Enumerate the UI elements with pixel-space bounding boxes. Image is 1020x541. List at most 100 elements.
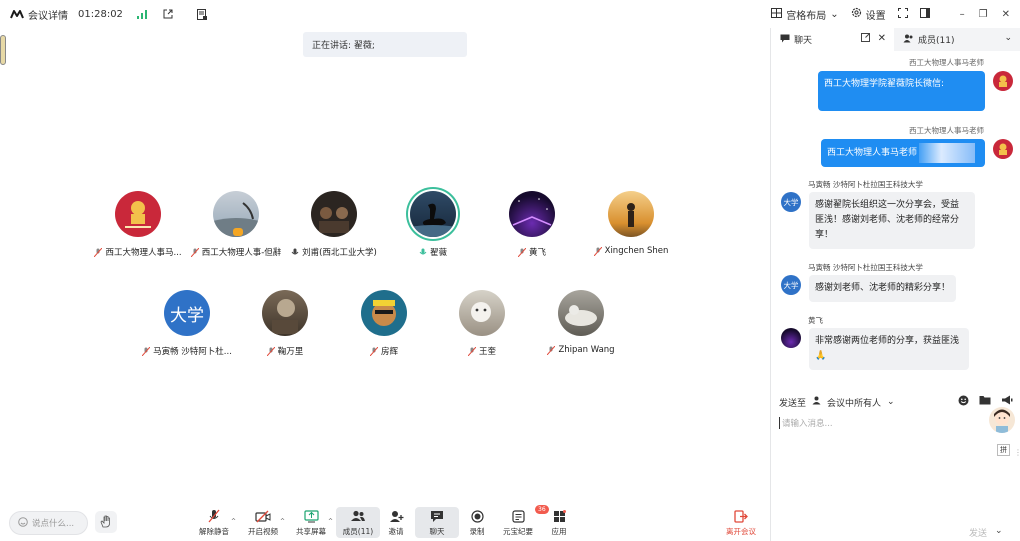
gear-icon xyxy=(851,7,862,21)
participant-name: Zhipan Wang xyxy=(558,345,615,355)
avatar xyxy=(558,290,604,336)
chat-message: 黄飞 非常感谢两位老师的分享，获益匪浅 🙏 xyxy=(781,315,969,370)
participant-name: 西工大物理人事-但辭 xyxy=(201,248,282,258)
apps-grid-icon xyxy=(551,509,567,523)
say-something-placeholder: 说点什么... xyxy=(32,519,75,529)
avatar-text: 大学 xyxy=(783,197,799,207)
minutes-icon: 36 xyxy=(510,505,549,523)
emoji-icon[interactable] xyxy=(958,395,969,409)
record-button[interactable]: 录制 xyxy=(455,509,499,537)
meeting-window: 会议详情 01:28:02 宫格布局 ⌄ 设置 – ❐ ✕ 正在讲话: 翟薇; … xyxy=(0,0,1020,541)
unmute-options-chevron-icon[interactable]: ^ xyxy=(231,518,236,525)
more-options-icon[interactable]: ⋮ xyxy=(1014,448,1020,457)
left-drag-handle[interactable] xyxy=(0,35,6,65)
send-to-selector[interactable]: 发送至 会议中所有人 ⌄ xyxy=(779,394,1013,410)
share-link-icon[interactable] xyxy=(161,7,175,21)
mic-muted-icon xyxy=(517,247,527,257)
host-badge-icon xyxy=(233,228,243,236)
share-screen-button[interactable]: 共享屏幕 xyxy=(289,509,333,537)
share-screen-icon xyxy=(303,509,319,523)
participant-name: 黄飞 xyxy=(528,248,546,258)
tab-members[interactable]: 成员(11) ⌄ xyxy=(894,28,1020,51)
message-input[interactable]: 请输入消息... xyxy=(779,417,833,429)
message-line: 感谢刘老师、沈老师的精彩分享！ xyxy=(815,283,951,293)
meeting-details-button[interactable]: 会议详情 xyxy=(10,7,68,22)
notes-icon[interactable] xyxy=(195,7,209,21)
leave-icon xyxy=(733,509,749,523)
settings-button[interactable]: 设置 xyxy=(851,7,886,22)
close-icon[interactable]: ✕ xyxy=(878,33,886,45)
send-button[interactable]: 发送 ⌄ xyxy=(969,526,1003,539)
avatar-text: 大学 xyxy=(170,305,204,326)
mic-icon xyxy=(291,248,299,257)
message-line: 匪浅！感谢刘老师、沈老师的经常分 xyxy=(815,215,960,225)
invite-button[interactable]: 邀请 xyxy=(374,509,418,537)
chat-message: 马寅畅 沙特阿卜杜拉国王科技大学 大学 感谢翟院长组织这一次分享会，受益 匪浅！… xyxy=(781,179,975,249)
avatar: 大学 xyxy=(781,275,801,295)
mic-muted-icon xyxy=(190,247,200,257)
avatar xyxy=(115,191,161,237)
mic-active-icon xyxy=(419,248,427,257)
chevron-down-icon[interactable]: ⌄ xyxy=(1004,33,1012,43)
participant-name: 刘甫(西北工业大学) xyxy=(302,248,377,258)
message-sender: 马寅畅 沙特阿卜杜拉国王科技大学 xyxy=(808,263,923,272)
leave-meeting-button[interactable]: 离开会议 xyxy=(719,509,763,537)
participant-name: 房辉 xyxy=(380,347,398,357)
message-bubble[interactable]: 非常感谢两位老师的分享，获益匪浅 🙏 xyxy=(809,328,969,370)
share-options-chevron-icon[interactable]: ^ xyxy=(328,518,333,525)
tab-chat[interactable]: 聊天 ✕ xyxy=(771,28,894,51)
participant-tile[interactable]: Zhipan Wang xyxy=(521,290,641,355)
top-bar: 会议详情 01:28:02 宫格布局 ⌄ 设置 – ❐ ✕ xyxy=(0,0,1020,28)
apps-button[interactable]: 应用 xyxy=(537,509,581,537)
message-bubble[interactable]: 西工大物理学院翟薇院长微信: xyxy=(818,71,985,111)
video-options-chevron-icon[interactable]: ^ xyxy=(280,518,285,525)
chat-message: 西工大物理人事马老师 西工大物理人事马老师 xyxy=(821,125,1013,167)
layout-label: 宫格布局 xyxy=(786,10,827,22)
send-label: 发送 xyxy=(969,529,988,539)
meeting-details-label: 会议详情 xyxy=(28,10,68,22)
sidebar-toggle-icon[interactable] xyxy=(919,7,930,21)
unmute-button[interactable]: 解除静音 xyxy=(192,509,236,537)
fullscreen-icon[interactable] xyxy=(897,7,908,21)
restore-icon[interactable]: ❐ xyxy=(979,9,988,20)
say-something-input[interactable]: 说点什么... xyxy=(9,511,88,535)
raise-hand-button[interactable] xyxy=(95,511,117,533)
avatar xyxy=(459,290,505,336)
minutes-button[interactable]: 36 元宝纪要 xyxy=(496,505,549,537)
start-video-button[interactable]: 开启视频 xyxy=(241,509,285,537)
message-text: 西工大物理学院翟薇院长微信: xyxy=(824,79,945,89)
close-window-icon[interactable]: ✕ xyxy=(1002,9,1010,20)
avatar xyxy=(993,139,1013,159)
popout-icon[interactable] xyxy=(860,33,870,45)
start-video-label: 开启视频 xyxy=(248,527,278,536)
message-bubble[interactable]: 西工大物理人事马老师 xyxy=(821,139,985,167)
message-input-placeholder: 请输入消息... xyxy=(782,419,833,429)
members-icon xyxy=(350,509,366,523)
invite-label: 邀请 xyxy=(388,527,404,536)
assistant-avatar[interactable] xyxy=(989,407,1015,433)
ime-indicator[interactable]: 拼 xyxy=(997,444,1010,456)
share-screen-label: 共享屏幕 xyxy=(296,527,326,536)
chat-message: 马寅畅 沙特阿卜杜拉国王科技大学 大学 感谢刘老师、沈老师的精彩分享！ xyxy=(781,262,957,302)
chat-button[interactable]: 聊天 xyxy=(415,507,459,538)
emoji-icon xyxy=(18,516,28,530)
speaking-indicator: 正在讲话: 翟薇; xyxy=(303,32,467,57)
layout-button[interactable]: 宫格布局 ⌄ xyxy=(771,7,839,22)
minimize-icon[interactable]: – xyxy=(960,9,965,20)
message-bubble[interactable]: 感谢刘老师、沈老师的精彩分享！ xyxy=(809,275,957,302)
folder-icon[interactable] xyxy=(979,395,991,409)
bottom-toolbar: 说点什么... 解除静音 ^ 开启视频 ^ 共享屏幕 ^ 成员(11) 邀请 聊… xyxy=(0,502,770,541)
message-sender: 西工大物理人事马老师 xyxy=(909,126,984,135)
signal-icon[interactable] xyxy=(135,7,149,21)
mic-muted-icon xyxy=(206,509,222,523)
participant-name: 王奎 xyxy=(478,347,496,357)
record-label: 录制 xyxy=(469,527,485,536)
participant-tile[interactable]: Xingchen Shen xyxy=(571,191,691,256)
participant-name: 西工大物理人事马... xyxy=(105,248,182,258)
message-bubble[interactable]: 感谢翟院长组织这一次分享会，受益 匪浅！感谢刘老师、沈老师的经常分 享！ xyxy=(809,192,975,249)
speaking-label: 正在讲话: 翟薇; xyxy=(312,41,375,51)
chevron-down-icon: ⌄ xyxy=(887,397,895,407)
mic-muted-icon xyxy=(369,346,379,356)
participant-name: Xingchen Shen xyxy=(604,246,669,256)
invite-icon xyxy=(388,509,404,523)
